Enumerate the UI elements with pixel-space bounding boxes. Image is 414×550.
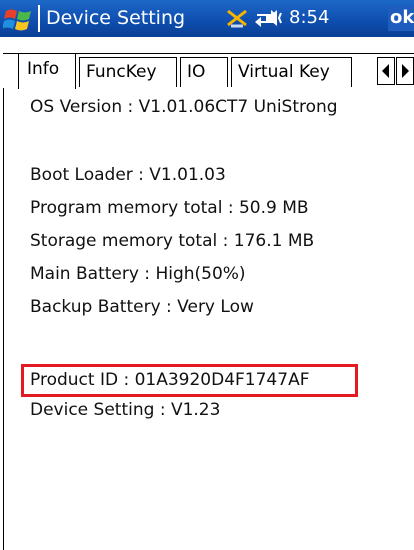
tab-scroll-left-button[interactable] [377, 57, 395, 85]
device-setting-version-text: Device Setting : V1.23 [30, 400, 221, 420]
main-battery-text: Main Battery : High(50%) [30, 264, 246, 284]
title-bar: Device Setting 8:54 ok [0, 0, 414, 37]
tab-scroll-right-button[interactable] [396, 57, 414, 85]
program-memory-text: Program memory total : 50.9 MB [30, 198, 309, 218]
tab-virtual-key[interactable]: Virtual Key [231, 57, 352, 87]
volume-icon[interactable] [263, 7, 287, 29]
title-separator [38, 5, 40, 32]
boot-loader-text: Boot Loader : V1.01.03 [30, 165, 226, 185]
panel-border [3, 88, 4, 550]
tab-io[interactable]: IO [180, 57, 228, 87]
product-id-text: Product ID : 01A3920D4F1747AF [30, 370, 310, 390]
window-title: Device Setting [46, 7, 186, 29]
tab-funckey[interactable]: FuncKey [79, 57, 177, 87]
start-flag-icon[interactable] [2, 5, 37, 33]
ok-button[interactable]: ok [388, 6, 414, 31]
backup-battery-text: Backup Battery : Very Low [30, 297, 254, 317]
tab-info[interactable]: Info [18, 53, 76, 89]
clock[interactable]: 8:54 [289, 6, 329, 30]
os-version-text: OS Version : V1.01.06CT7 UniStrong [30, 97, 338, 117]
storage-memory-text: Storage memory total : 176.1 MB [30, 231, 315, 251]
connectivity-icon[interactable] [225, 7, 249, 29]
